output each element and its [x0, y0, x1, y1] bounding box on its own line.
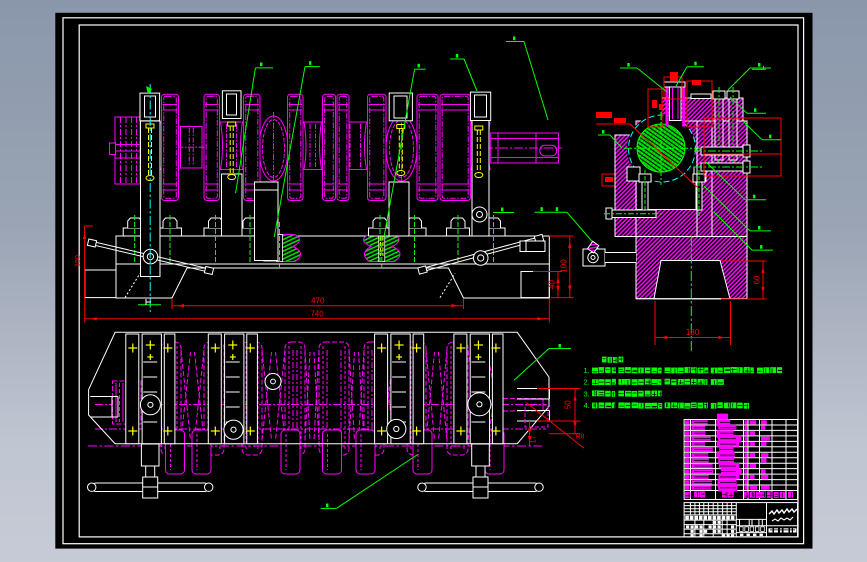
svg-text:1.: 1.: [584, 366, 590, 375]
svg-text:180: 180: [686, 328, 700, 337]
svg-text:R8: R8: [576, 434, 585, 441]
svg-text:470: 470: [311, 297, 325, 306]
svg-text:60: 60: [753, 275, 762, 284]
svg-text:17: 17: [531, 436, 538, 444]
svg-text:4.: 4.: [584, 401, 590, 410]
svg-text:100: 100: [560, 259, 569, 273]
svg-text:2.: 2.: [584, 378, 590, 387]
svg-text:40: 40: [548, 280, 557, 289]
svg-text:3.: 3.: [584, 389, 590, 398]
svg-text:740: 740: [310, 310, 324, 319]
svg-text:50: 50: [564, 400, 573, 409]
svg-text:150: 150: [75, 255, 82, 267]
